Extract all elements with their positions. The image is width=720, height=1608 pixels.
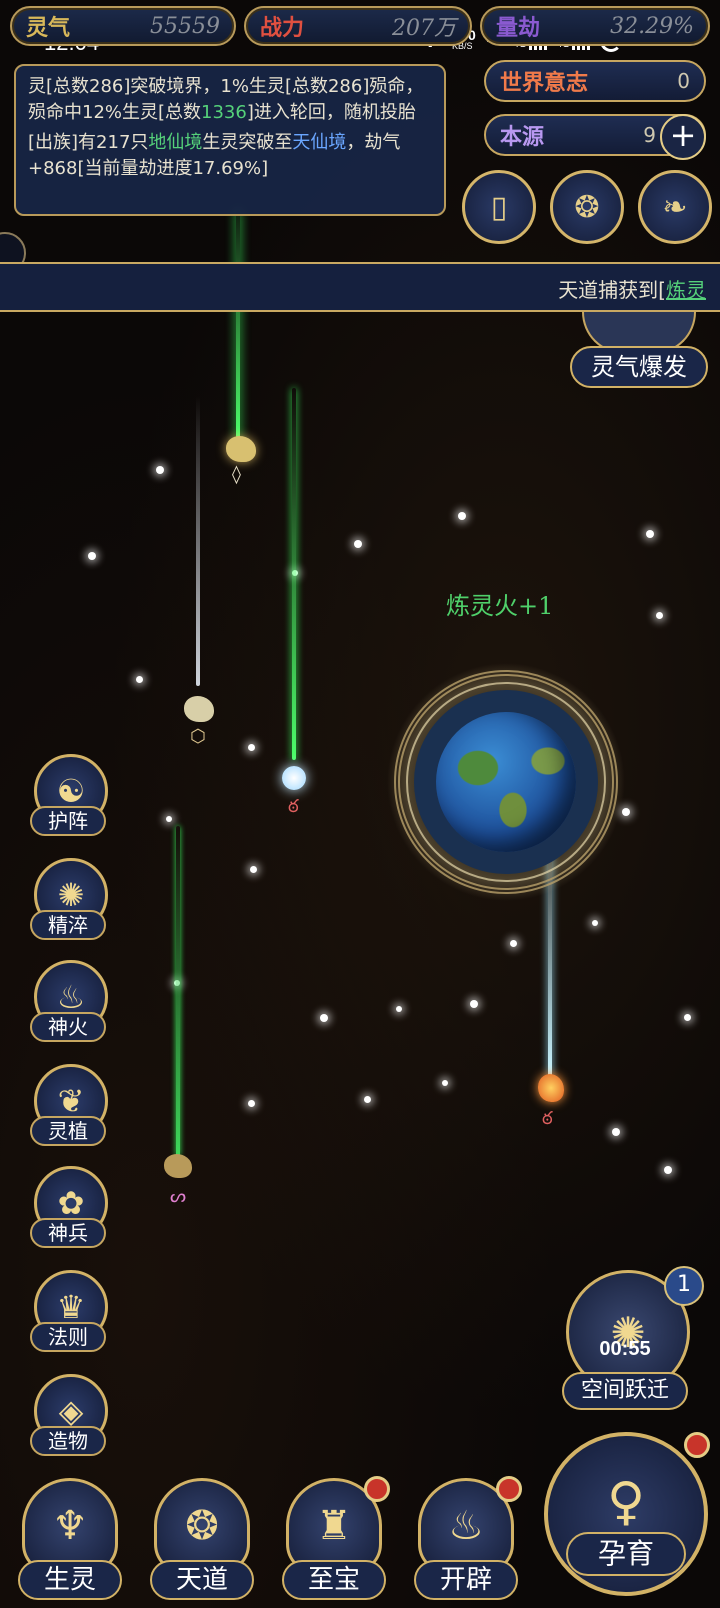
notification-dot [684,1432,710,1458]
falling-stone[interactable] [226,436,256,462]
star [166,816,172,822]
side-button-jing-cui[interactable]: ✺ 精淬 [26,858,110,942]
star [592,920,598,926]
space-warp-button[interactable]: ✺ 00:55 空间跃迁 1 [556,1266,706,1420]
origin-value: 9 [643,123,656,147]
side-button-zao-wu[interactable]: ◈ 造物 [26,1374,110,1458]
side-button-label: 灵植 [30,1116,106,1146]
incubate-label: 孕育 [566,1532,686,1576]
falling-stone[interactable] [184,696,214,722]
side-button-label: 护阵 [30,806,106,836]
nav-label: 开辟 [414,1560,518,1600]
origin-label: 本源 [500,125,545,150]
star [656,612,663,619]
star [622,808,630,816]
add-origin-button[interactable]: + [660,114,706,160]
resource-value: 32.29% [610,13,694,39]
star [684,1014,691,1021]
scroll-button[interactable]: ❧ [638,170,712,244]
star [470,1000,478,1008]
event-log[interactable]: 灵[总数286]突破境界，1%生灵[总数286]殒命，殒命中12%生灵[总数13… [14,64,446,216]
cube-icon: ⬡ [190,726,206,747]
qi-burst-button[interactable]: 灵气爆发 [566,312,712,396]
side-button-label: 精淬 [30,910,106,940]
resource-value: 207万 [392,16,456,41]
white-beam [196,396,200,686]
vortex-icon: ❂ [574,189,600,225]
notification-dot [496,1476,522,1502]
leaf-icon: ◊ [232,464,241,485]
star [250,866,257,873]
green-beam [292,388,296,760]
side-button-shen-huo[interactable]: ♨ 神火 [26,960,110,1044]
side-button-label: 法则 [30,1322,106,1352]
resource-value: 55559 [150,13,220,39]
nav-zhi-bao[interactable]: ♜ 至宝 [276,1476,394,1606]
star [248,744,255,751]
falling-stone[interactable] [164,1154,192,1178]
world-will-counter[interactable]: 世界意志 0 [484,60,706,102]
side-button-ling-zhi[interactable]: ❦ 灵植 [26,1064,110,1148]
log-entry: [出族]有217只地仙境生灵突破至天仙境，劫气+868[当前量劫进度17.69%… [28,132,401,179]
star [248,1100,255,1107]
resource-liangjie[interactable]: 量劫 32.29% [480,6,710,46]
side-button-label: 神火 [30,1012,106,1042]
card-button[interactable]: ▯ [462,170,536,244]
side-button-label: 神兵 [30,1218,106,1248]
spiral-icon: ᔕ [170,1186,187,1207]
origin-counter[interactable]: 本源 9 + [484,114,706,160]
side-button-label: 造物 [30,1426,106,1456]
warp-timer: 00:55 [599,1338,651,1360]
nav-label: 至宝 [282,1560,386,1600]
nav-tian-dao[interactable]: ❂ 天道 [144,1478,262,1606]
warp-label: 空间跃迁 [562,1372,688,1410]
falling-fire[interactable] [538,1074,564,1102]
ticker-text: 天道捕获到[炼灵 [558,278,706,302]
nav-label: 天道 [150,1560,254,1600]
burst-label: 灵气爆发 [570,346,708,388]
star [646,530,654,538]
warp-count-badge: 1 [664,1266,704,1306]
card-icon: ▯ [490,189,508,225]
star [88,552,96,560]
green-beam [176,826,180,1156]
star [458,512,466,520]
star [664,1166,672,1174]
vortex-button[interactable]: ❂ [550,170,624,244]
flame-mark-icon: ఠ [542,1108,553,1129]
reward-float-text: 炼灵火+1 [446,592,554,620]
star [156,466,164,474]
flame-mark-icon: ఠ [288,796,299,817]
nav-sheng-ling[interactable]: ♆ 生灵 [12,1478,130,1606]
resource-label: 战力 [260,16,305,41]
news-ticker: 天道捕获到[炼灵 [0,262,720,312]
world-will-label: 世界意志 [500,71,589,96]
log-entry: 灵[总数286]突破境界，1%生灵[总数286]殒命，殒命中12%生灵[总数13… [28,76,424,123]
world-planet[interactable] [436,712,576,852]
star [612,1128,620,1136]
side-button-shen-bing[interactable]: ✿ 神兵 [26,1166,110,1250]
resource-lingqi[interactable]: 灵气 55559 [10,6,236,46]
world-will-value: 0 [677,69,690,93]
star [320,1014,328,1022]
scroll-icon: ❧ [662,189,688,225]
side-button-hu-zhen[interactable]: ☯ 护阵 [26,754,110,838]
resource-zhanli[interactable]: 战力 207万 [244,6,472,46]
nav-kai-pi[interactable]: ♨ 开辟 [408,1476,526,1606]
incubate-button[interactable]: ♀ 孕育 [544,1432,714,1608]
star [396,1006,402,1012]
side-button-fa-ze[interactable]: ♛ 法则 [26,1270,110,1354]
nav-label: 生灵 [18,1560,122,1600]
notification-dot [364,1476,390,1502]
star [136,676,143,683]
star [354,540,362,548]
star [364,1096,371,1103]
falling-orb[interactable] [282,766,306,790]
resource-label: 灵气 [26,16,71,41]
star [442,1080,448,1086]
star [510,940,517,947]
green-beam [236,210,240,438]
resource-label: 量劫 [496,16,541,41]
